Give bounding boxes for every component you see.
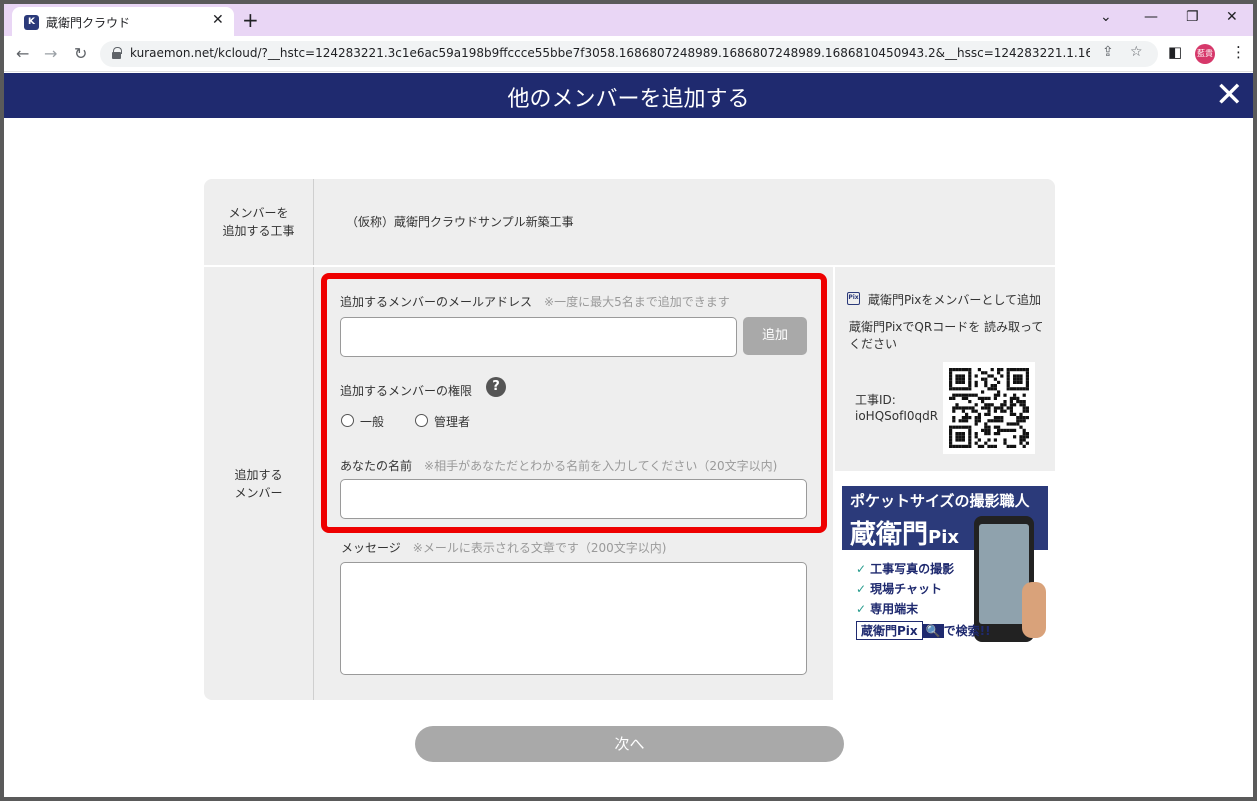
check-icon: ✓	[856, 582, 867, 596]
restore-button[interactable]: ❐	[1186, 9, 1199, 25]
page-header: 他のメンバーを追加する ✕	[4, 73, 1253, 118]
member-label: 追加する メンバー	[204, 267, 314, 700]
reload-icon[interactable]: ↻	[74, 44, 87, 63]
ad-feature-1-text: 工事写真の撮影	[870, 562, 955, 576]
check-icon: ✓	[856, 562, 867, 576]
address-bar[interactable]: kuraemon.net/kcloud/?__hstc=124283221.3c…	[100, 41, 1158, 67]
browser-window: K 蔵衛門クラウド ✕ + ⌄ — ❐ ✕ ← → ↻ kuraemon.net…	[4, 4, 1253, 797]
pix-heading: 蔵衛門Pixをメンバーとして追加	[868, 293, 1042, 307]
profile-avatar[interactable]: 藍貴	[1195, 44, 1215, 64]
tab-close-icon[interactable]: ✕	[212, 12, 224, 28]
ad-feature-3-text: 専用端末	[870, 602, 919, 616]
forward-icon[interactable]: →	[44, 44, 57, 63]
ad-brand-name: 蔵衛門	[850, 520, 929, 550]
pix-ad-banner[interactable]: ポケットサイズの撮影職人 蔵衛門Pix ✓ 工事写真の撮影 ✓ 現場チャット ✓ 専用…	[842, 486, 1048, 646]
project-name: （仮称）蔵衛門クラウドサンプル新築工事	[346, 215, 574, 229]
project-label-line2: 追加する工事	[222, 224, 295, 238]
page-title: 他のメンバーを追加する	[507, 87, 750, 112]
side-panel-icon[interactable]: ◧	[1168, 43, 1182, 61]
project-id-value: ioHQSofI0qdR	[855, 409, 939, 423]
project-label: メンバーを追加する工事	[204, 179, 314, 265]
message-textarea[interactable]	[340, 562, 807, 675]
project-label-line1: メンバーを	[228, 206, 289, 220]
minimize-button[interactable]: —	[1144, 9, 1158, 25]
ad-feature-3: ✓ 専用端末	[856, 600, 918, 617]
browser-tab[interactable]: K 蔵衛門クラウド ✕	[12, 7, 234, 36]
kuraemon-favicon-icon: K	[24, 15, 39, 30]
ad-search: 蔵衛門Pix 🔍 で検索!!	[856, 621, 991, 640]
ad-search-term: 蔵衛門Pix	[856, 621, 923, 640]
next-button[interactable]: 次へ	[415, 726, 844, 762]
tab-search-icon[interactable]: ⌄	[1100, 9, 1112, 25]
close-dialog-icon[interactable]: ✕	[1215, 77, 1244, 113]
browser-toolbar: ← → ↻ kuraemon.net/kcloud/?__hstc=124283…	[4, 36, 1253, 72]
ad-brand: 蔵衛門Pix	[850, 514, 959, 551]
project-id-label: 工事ID:	[855, 393, 896, 407]
message-label: メッセージ ※メールに表示される文章です（200文字以内)	[341, 539, 666, 556]
window-close-button[interactable]: ✕	[1226, 9, 1238, 25]
ad-search-suffix: で検索!!	[943, 624, 991, 638]
check-icon: ✓	[856, 602, 867, 616]
ad-headline: ポケットサイズの撮影職人	[850, 492, 1030, 510]
member-label-line2: メンバー	[234, 485, 283, 500]
share-icon[interactable]: ⇪	[1102, 44, 1114, 60]
ad-feature-2: ✓ 現場チャット	[856, 580, 942, 597]
browser-menu-icon[interactable]: ⋮	[1231, 43, 1246, 61]
new-tab-button[interactable]: +	[242, 8, 259, 32]
lock-icon[interactable]	[112, 47, 122, 59]
member-label-line1: 追加する	[234, 467, 283, 482]
pix-description: 蔵衛門PixでQRコードを 読み取ってください	[849, 320, 1044, 351]
hand-image	[1022, 582, 1046, 638]
qr-code	[943, 362, 1035, 454]
tab-strip: K 蔵衛門クラウド ✕ + ⌄ — ❐ ✕	[4, 4, 1253, 36]
url-text[interactable]: kuraemon.net/kcloud/?__hstc=124283221.3c…	[130, 46, 1090, 60]
ad-brand-suffix: Pix	[928, 527, 959, 548]
bookmark-star-icon[interactable]: ☆	[1130, 44, 1143, 60]
ad-feature-2-text: 現場チャット	[870, 582, 942, 596]
back-icon[interactable]: ←	[16, 44, 29, 63]
ad-feature-1: ✓ 工事写真の撮影	[856, 560, 954, 577]
project-row: メンバーを追加する工事 （仮称）蔵衛門クラウドサンプル新築工事	[204, 179, 1055, 265]
message-note: ※メールに表示される文章です（200文字以内)	[412, 541, 667, 555]
pix-icon: Pix	[847, 292, 860, 305]
tab-title: 蔵衛門クラウド	[46, 16, 131, 30]
message-label-text: メッセージ	[341, 541, 401, 555]
search-icon: 🔍	[922, 624, 944, 638]
highlight-box	[321, 273, 827, 533]
